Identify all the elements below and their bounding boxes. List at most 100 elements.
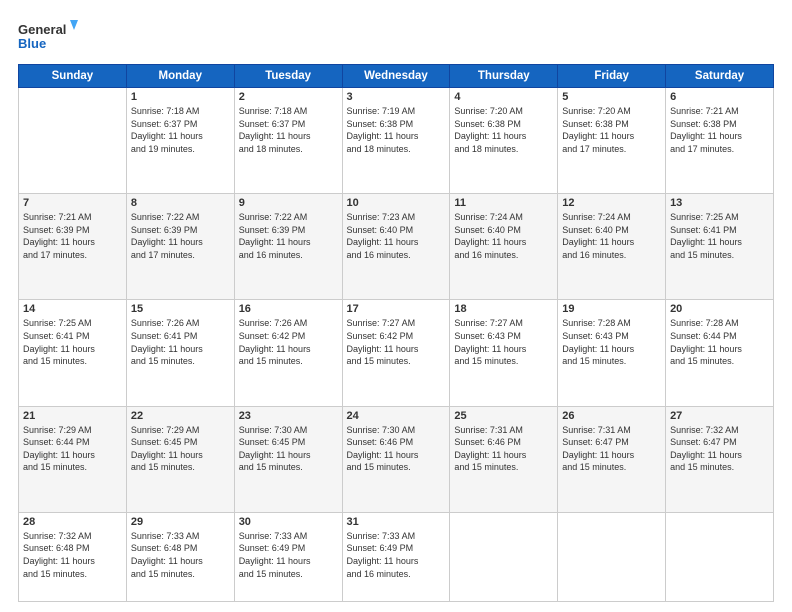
day-number: 11 bbox=[454, 197, 553, 209]
header: General Blue bbox=[18, 18, 774, 54]
cell-info: Sunrise: 7:31 AMSunset: 6:47 PMDaylight:… bbox=[562, 424, 661, 474]
calendar-week-row: 21 Sunrise: 7:29 AMSunset: 6:44 PMDayligh… bbox=[19, 406, 774, 512]
cell-info: Sunrise: 7:24 AMSunset: 6:40 PMDaylight:… bbox=[454, 211, 553, 261]
calendar-cell: 8 Sunrise: 7:22 AMSunset: 6:39 PMDaylight… bbox=[126, 194, 234, 300]
calendar-cell: 17 Sunrise: 7:27 AMSunset: 6:42 PMDayligh… bbox=[342, 300, 450, 406]
calendar-cell: 27 Sunrise: 7:32 AMSunset: 6:47 PMDayligh… bbox=[666, 406, 774, 512]
cell-info: Sunrise: 7:30 AMSunset: 6:46 PMDaylight:… bbox=[347, 424, 446, 474]
cell-info: Sunrise: 7:19 AMSunset: 6:38 PMDaylight:… bbox=[347, 105, 446, 155]
cell-info: Sunrise: 7:25 AMSunset: 6:41 PMDaylight:… bbox=[670, 211, 769, 261]
weekday-header-thursday: Thursday bbox=[450, 65, 558, 88]
cell-info: Sunrise: 7:33 AMSunset: 6:48 PMDaylight:… bbox=[131, 530, 230, 580]
calendar-cell: 30Sunrise: 7:33 AMSunset: 6:49 PMDayligh… bbox=[234, 512, 342, 601]
page: General Blue SundayMondayTuesdayWednesda… bbox=[0, 0, 792, 612]
cell-info: Sunrise: 7:31 AMSunset: 6:46 PMDaylight:… bbox=[454, 424, 553, 474]
cell-info: Sunrise: 7:30 AMSunset: 6:45 PMDaylight:… bbox=[239, 424, 338, 474]
calendar-cell: 25 Sunrise: 7:31 AMSunset: 6:46 PMDayligh… bbox=[450, 406, 558, 512]
calendar-cell: 23 Sunrise: 7:30 AMSunset: 6:45 PMDayligh… bbox=[234, 406, 342, 512]
calendar-cell bbox=[450, 512, 558, 601]
calendar-cell bbox=[666, 512, 774, 601]
calendar-cell: 2 Sunrise: 7:18 AMSunset: 6:37 PMDaylight… bbox=[234, 88, 342, 194]
logo-svg: General Blue bbox=[18, 18, 78, 54]
cell-info: Sunrise: 7:26 AMSunset: 6:41 PMDaylight:… bbox=[131, 317, 230, 367]
day-number: 8 bbox=[131, 197, 230, 209]
cell-info: Sunrise: 7:28 AMSunset: 6:43 PMDaylight:… bbox=[562, 317, 661, 367]
calendar-cell: 1 Sunrise: 7:18 AMSunset: 6:37 PMDaylight… bbox=[126, 88, 234, 194]
calendar-cell: 9Sunrise: 7:22 AMSunset: 6:39 PMDaylight… bbox=[234, 194, 342, 300]
weekday-header-friday: Friday bbox=[558, 65, 666, 88]
cell-info: Sunrise: 7:26 AMSunset: 6:42 PMDaylight:… bbox=[239, 317, 338, 367]
day-number: 31 bbox=[347, 516, 446, 528]
day-number: 20 bbox=[670, 303, 769, 315]
cell-info: Sunrise: 7:18 AMSunset: 6:37 PMDaylight:… bbox=[131, 105, 230, 155]
day-number: 23 bbox=[239, 410, 338, 422]
calendar-cell: 22 Sunrise: 7:29 AMSunset: 6:45 PMDayligh… bbox=[126, 406, 234, 512]
calendar-cell: 13 Sunrise: 7:25 AMSunset: 6:41 PMDayligh… bbox=[666, 194, 774, 300]
svg-text:Blue: Blue bbox=[18, 36, 46, 51]
cell-info: Sunrise: 7:28 AMSunset: 6:44 PMDaylight:… bbox=[670, 317, 769, 367]
day-number: 26 bbox=[562, 410, 661, 422]
calendar-cell: 3 Sunrise: 7:19 AMSunset: 6:38 PMDaylight… bbox=[342, 88, 450, 194]
day-number: 6 bbox=[670, 91, 769, 103]
calendar-cell: 12 Sunrise: 7:24 AMSunset: 6:40 PMDayligh… bbox=[558, 194, 666, 300]
cell-info: Sunrise: 7:21 AMSunset: 6:39 PMDaylight:… bbox=[23, 211, 122, 261]
svg-text:General: General bbox=[18, 22, 66, 37]
cell-info: Sunrise: 7:33 AMSunset: 6:49 PMDaylight:… bbox=[239, 530, 338, 580]
calendar-cell: 31Sunrise: 7:33 AMSunset: 6:49 PMDayligh… bbox=[342, 512, 450, 601]
cell-info: Sunrise: 7:21 AMSunset: 6:38 PMDaylight:… bbox=[670, 105, 769, 155]
calendar-cell: 29Sunrise: 7:33 AMSunset: 6:48 PMDayligh… bbox=[126, 512, 234, 601]
cell-info: Sunrise: 7:29 AMSunset: 6:45 PMDaylight:… bbox=[131, 424, 230, 474]
cell-info: Sunrise: 7:18 AMSunset: 6:37 PMDaylight:… bbox=[239, 105, 338, 155]
calendar-cell: 11 Sunrise: 7:24 AMSunset: 6:40 PMDayligh… bbox=[450, 194, 558, 300]
calendar-cell: 14 Sunrise: 7:25 AMSunset: 6:41 PMDayligh… bbox=[19, 300, 127, 406]
cell-info: Sunrise: 7:27 AMSunset: 6:42 PMDaylight:… bbox=[347, 317, 446, 367]
day-number: 25 bbox=[454, 410, 553, 422]
cell-info: Sunrise: 7:25 AMSunset: 6:41 PMDaylight:… bbox=[23, 317, 122, 367]
day-number: 9 bbox=[239, 197, 338, 209]
cell-info: Sunrise: 7:20 AMSunset: 6:38 PMDaylight:… bbox=[454, 105, 553, 155]
calendar-week-row: 1 Sunrise: 7:18 AMSunset: 6:37 PMDaylight… bbox=[19, 88, 774, 194]
day-number: 27 bbox=[670, 410, 769, 422]
day-number: 3 bbox=[347, 91, 446, 103]
weekday-header-monday: Monday bbox=[126, 65, 234, 88]
day-number: 15 bbox=[131, 303, 230, 315]
day-number: 13 bbox=[670, 197, 769, 209]
weekday-header-tuesday: Tuesday bbox=[234, 65, 342, 88]
day-number: 28 bbox=[23, 516, 122, 528]
calendar-week-row: 7 Sunrise: 7:21 AMSunset: 6:39 PMDaylight… bbox=[19, 194, 774, 300]
calendar-cell: 28 Sunrise: 7:32 AMSunset: 6:48 PMDayligh… bbox=[19, 512, 127, 601]
calendar-cell: 18 Sunrise: 7:27 AMSunset: 6:43 PMDayligh… bbox=[450, 300, 558, 406]
weekday-header-wednesday: Wednesday bbox=[342, 65, 450, 88]
day-number: 7 bbox=[23, 197, 122, 209]
cell-info: Sunrise: 7:27 AMSunset: 6:43 PMDaylight:… bbox=[454, 317, 553, 367]
cell-info: Sunrise: 7:29 AMSunset: 6:44 PMDaylight:… bbox=[23, 424, 122, 474]
cell-info: Sunrise: 7:22 AMSunset: 6:39 PMDaylight:… bbox=[131, 211, 230, 261]
calendar-cell: 16 Sunrise: 7:26 AMSunset: 6:42 PMDayligh… bbox=[234, 300, 342, 406]
day-number: 17 bbox=[347, 303, 446, 315]
calendar-cell: 5Sunrise: 7:20 AMSunset: 6:38 PMDaylight… bbox=[558, 88, 666, 194]
calendar-cell: 21 Sunrise: 7:29 AMSunset: 6:44 PMDayligh… bbox=[19, 406, 127, 512]
day-number: 14 bbox=[23, 303, 122, 315]
day-number: 21 bbox=[23, 410, 122, 422]
cell-info: Sunrise: 7:23 AMSunset: 6:40 PMDaylight:… bbox=[347, 211, 446, 261]
day-number: 18 bbox=[454, 303, 553, 315]
day-number: 1 bbox=[131, 91, 230, 103]
cell-info: Sunrise: 7:32 AMSunset: 6:48 PMDaylight:… bbox=[23, 530, 122, 580]
day-number: 22 bbox=[131, 410, 230, 422]
day-number: 2 bbox=[239, 91, 338, 103]
day-number: 4 bbox=[454, 91, 553, 103]
calendar-cell: 10Sunrise: 7:23 AMSunset: 6:40 PMDayligh… bbox=[342, 194, 450, 300]
calendar-week-row: 14 Sunrise: 7:25 AMSunset: 6:41 PMDayligh… bbox=[19, 300, 774, 406]
calendar-cell bbox=[558, 512, 666, 601]
calendar-cell: 19 Sunrise: 7:28 AMSunset: 6:43 PMDayligh… bbox=[558, 300, 666, 406]
day-number: 12 bbox=[562, 197, 661, 209]
calendar-table: SundayMondayTuesdayWednesdayThursdayFrid… bbox=[18, 64, 774, 602]
calendar-cell: 20 Sunrise: 7:28 AMSunset: 6:44 PMDayligh… bbox=[666, 300, 774, 406]
day-number: 19 bbox=[562, 303, 661, 315]
weekday-header-row: SundayMondayTuesdayWednesdayThursdayFrid… bbox=[19, 65, 774, 88]
day-number: 16 bbox=[239, 303, 338, 315]
day-number: 5 bbox=[562, 91, 661, 103]
cell-info: Sunrise: 7:24 AMSunset: 6:40 PMDaylight:… bbox=[562, 211, 661, 261]
calendar-cell bbox=[19, 88, 127, 194]
cell-info: Sunrise: 7:32 AMSunset: 6:47 PMDaylight:… bbox=[670, 424, 769, 474]
